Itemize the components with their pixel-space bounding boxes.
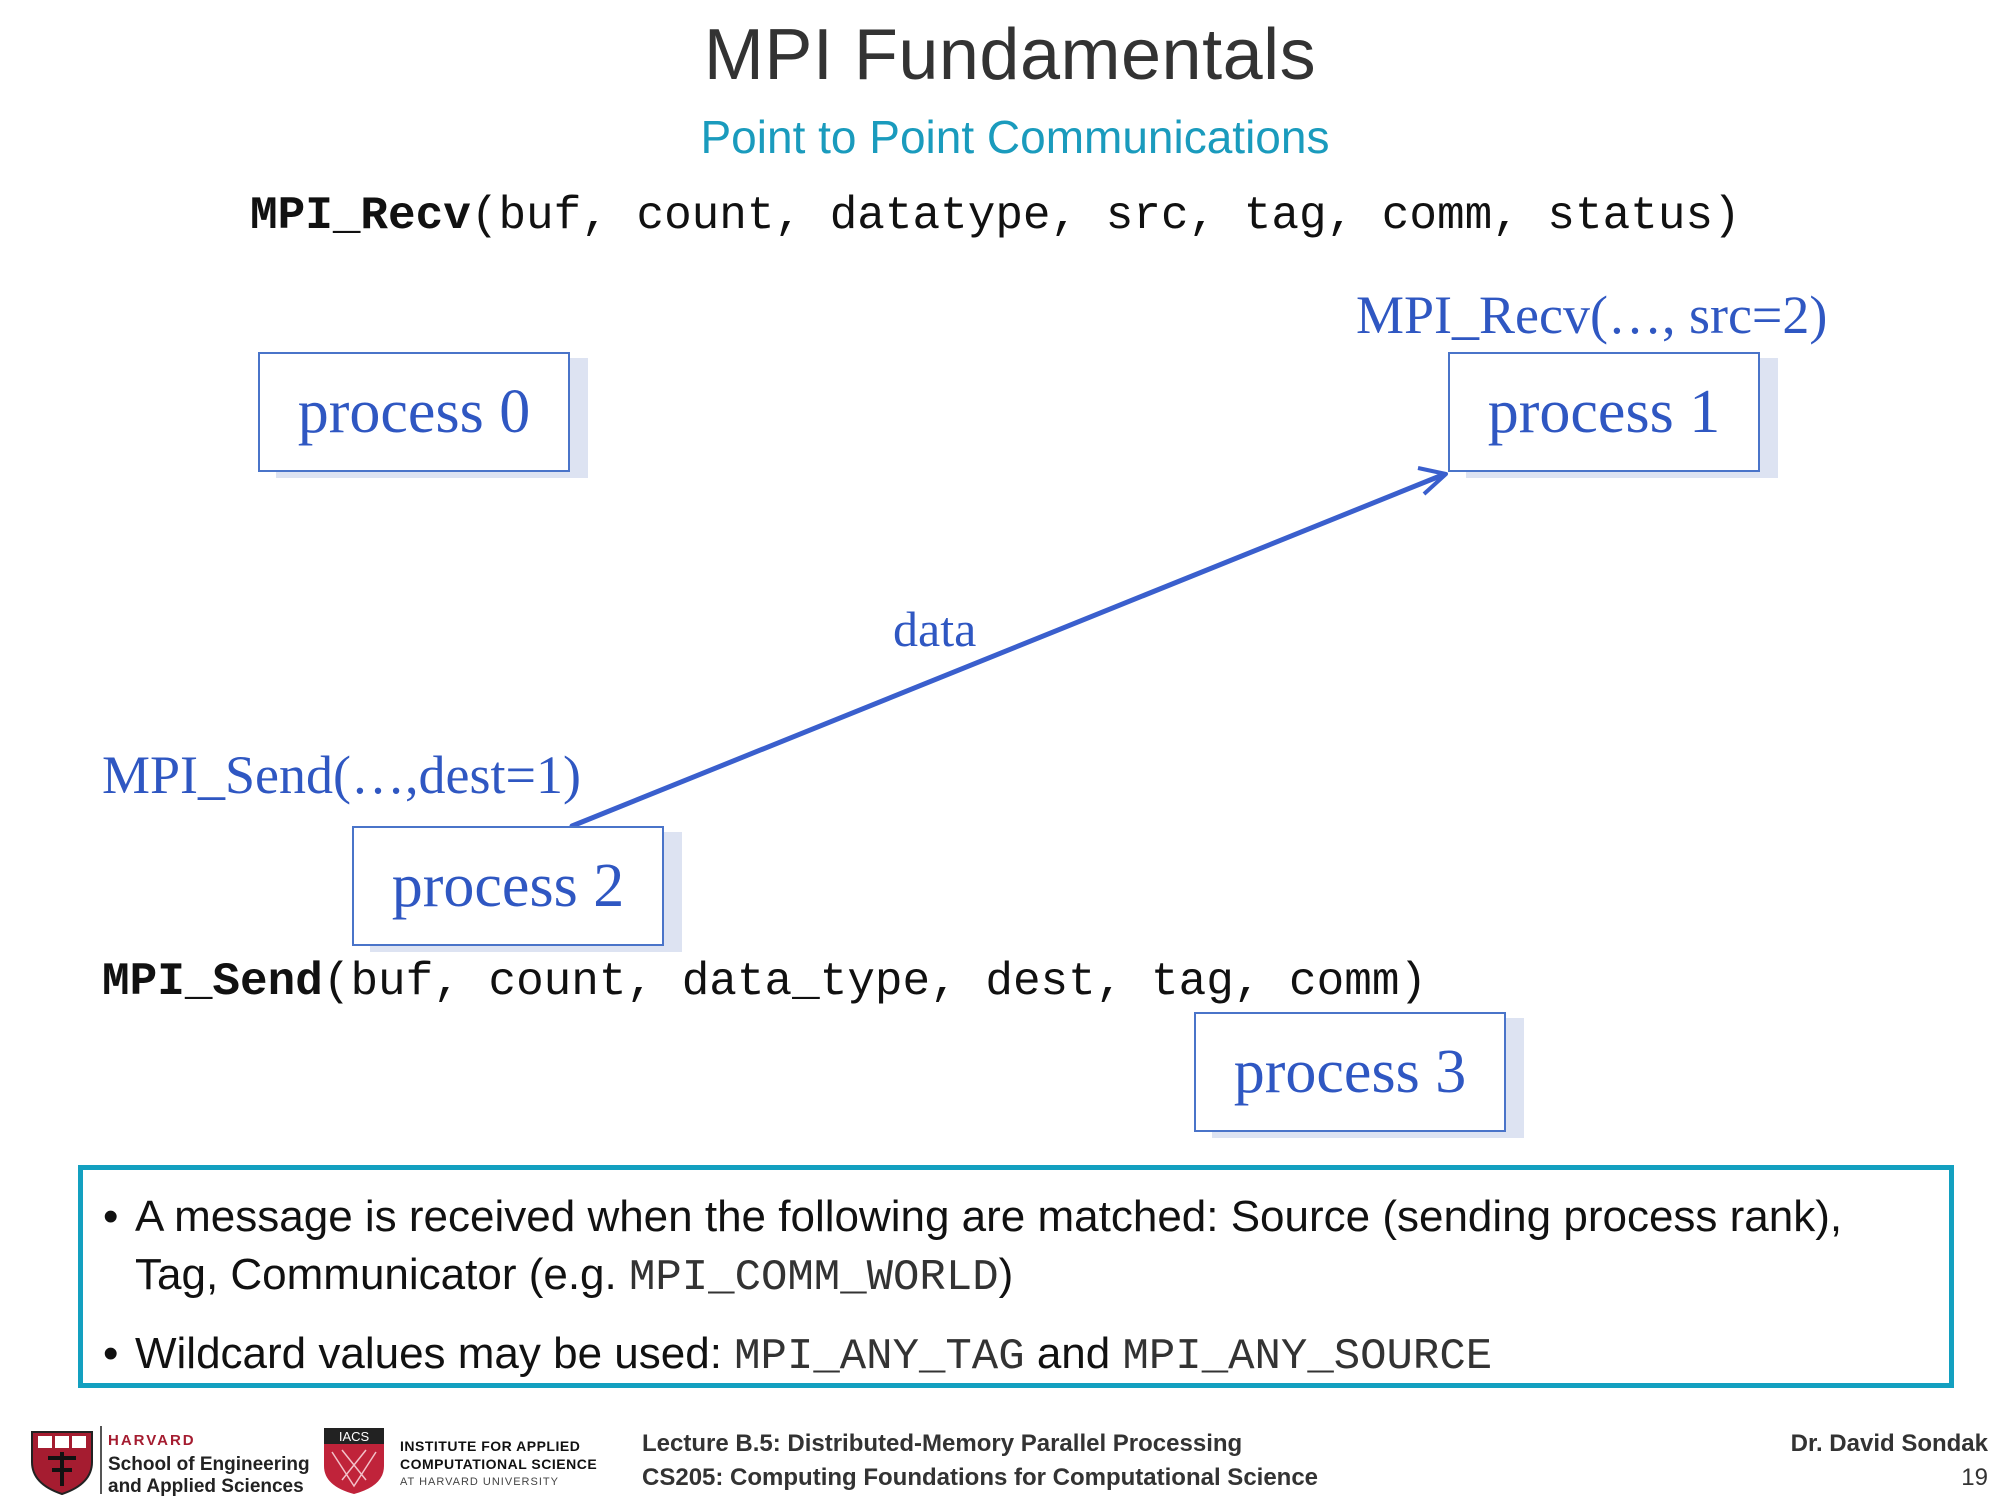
bullet-1-close: ) — [998, 1250, 1014, 1299]
lecture-title: Lecture B.5: Distributed-Memory Parallel… — [642, 1430, 1243, 1457]
harvard-school-line-1: School of Engineering — [108, 1454, 310, 1475]
bullet-marker: • — [103, 1192, 119, 1241]
author-name: Dr. David Sondak — [1790, 1430, 1988, 1457]
mpi-comm-world-code: MPI_COMM_WORLD — [628, 1253, 999, 1303]
iacs-name-line-1: INSTITUTE FOR APPLIED — [400, 1438, 581, 1454]
info-bullet-2: • Wildcard values may be used: MPI_ANY_T… — [103, 1325, 1919, 1386]
slide-footer: HARVARD School of Engineering and Applie… — [0, 1420, 2000, 1500]
iacs-abbrev: IACS — [339, 1429, 370, 1444]
harvard-school-line-2: and Applied Sciences — [108, 1476, 304, 1497]
mpi-send-function-name: MPI_Send — [102, 956, 323, 1008]
bullet-2-and: and — [1024, 1329, 1123, 1378]
info-box: • A message is received when the followi… — [78, 1165, 1954, 1388]
data-arrow-label: data — [893, 601, 977, 657]
iacs-name-line-2: COMPUTATIONAL SCIENCE — [400, 1456, 598, 1472]
process-2-box: process 2 — [352, 826, 664, 946]
iacs-name-line-3: AT HARVARD UNIVERSITY — [400, 1476, 559, 1488]
process-0-box: process 0 — [258, 352, 570, 472]
bullet-marker: • — [103, 1329, 119, 1378]
harvard-name: HARVARD — [108, 1432, 196, 1449]
page-number: 19 — [1961, 1464, 1988, 1491]
mpi-any-tag-code: MPI_ANY_TAG — [734, 1332, 1025, 1382]
mpi-any-source-code: MPI_ANY_SOURCE — [1122, 1332, 1493, 1382]
bullet-1-text: A message is received when the following… — [135, 1192, 1843, 1241]
course-title: CS205: Computing Foundations for Computa… — [642, 1464, 1319, 1491]
bullet-2-text: Wildcard values may be used: — [135, 1329, 735, 1378]
footer-divider — [100, 1426, 102, 1494]
data-arrow-line — [569, 473, 1443, 829]
iacs-shield-icon: IACS — [324, 1428, 384, 1494]
process-1-box: process 1 — [1448, 352, 1760, 472]
mpi-send-signature: MPI_Send(buf, count, data_type, dest, ta… — [102, 956, 1427, 1008]
mpi-send-arguments: (buf, count, data_type, dest, tag, comm) — [322, 956, 1428, 1008]
bullet-1-line2: Tag, Communicator (e.g. — [135, 1250, 629, 1299]
harvard-shield-icon — [31, 1431, 93, 1496]
process-3-box: process 3 — [1194, 1012, 1506, 1132]
info-bullet-1: • A message is received when the followi… — [103, 1188, 1919, 1307]
